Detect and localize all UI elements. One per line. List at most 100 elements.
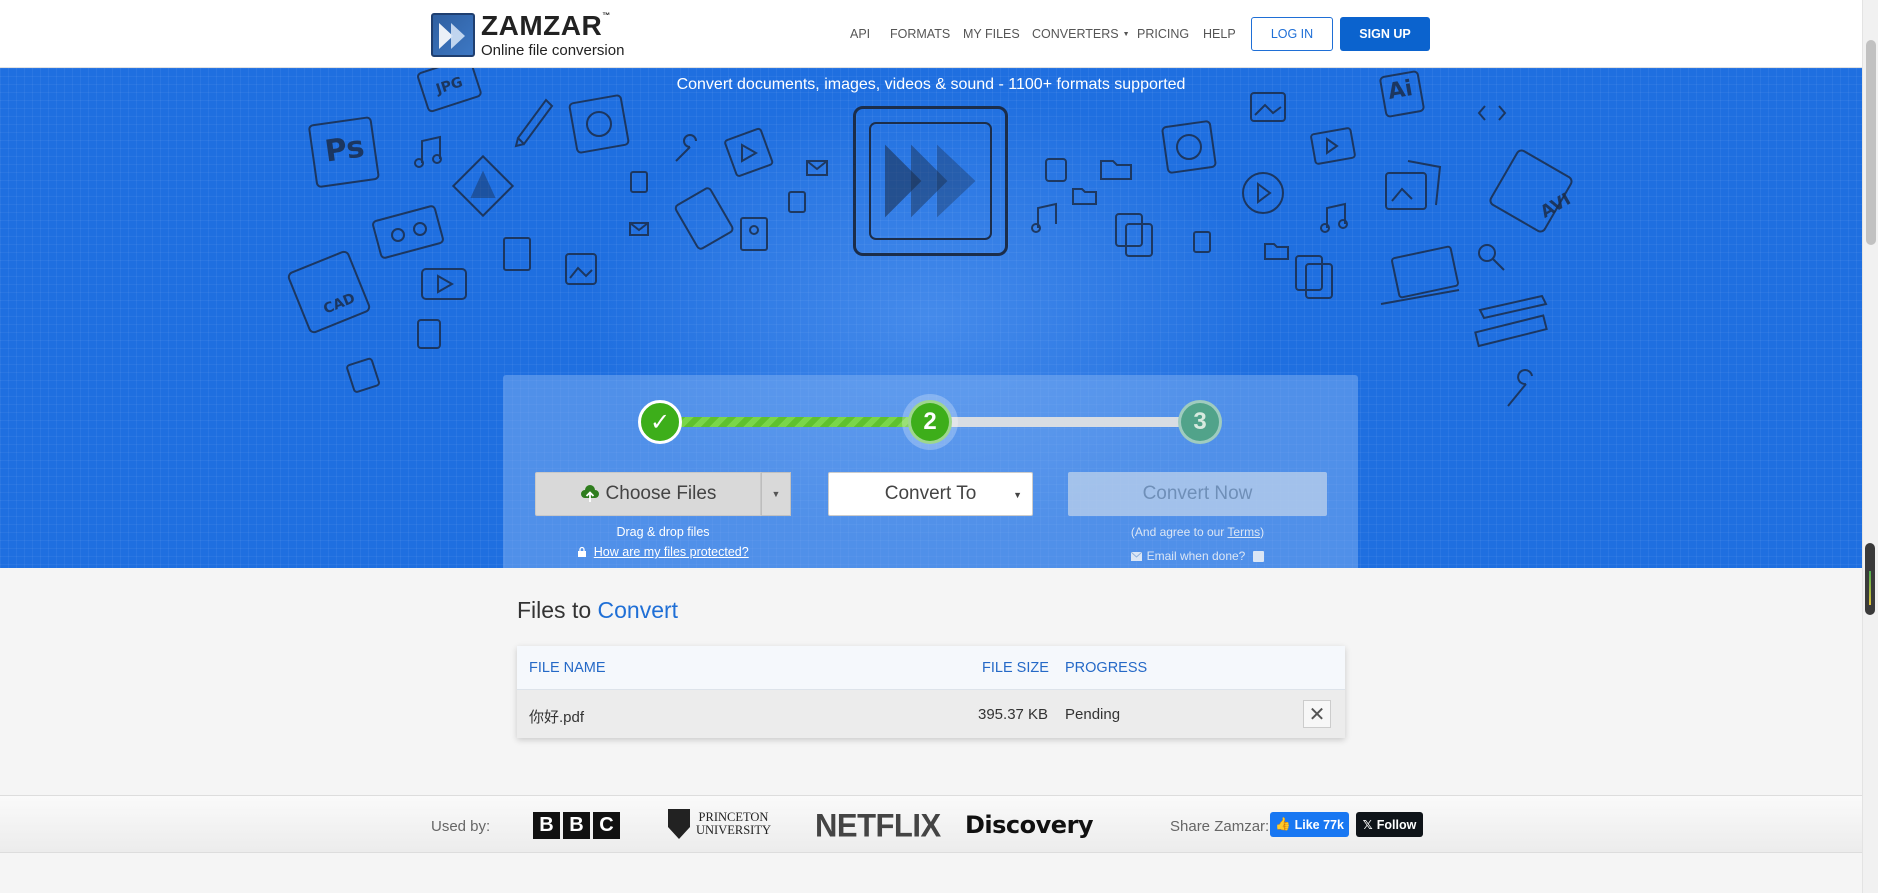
small-doc-icon [788,191,806,213]
convert-to-label: Convert To [884,483,977,504]
image-file-icon [565,253,597,285]
signup-button[interactable]: SIGN UP [1340,17,1430,51]
wrench-2-icon [1507,369,1533,407]
choose-files-label: Choose Files [605,483,717,504]
magnifier-icon [1478,244,1505,271]
fast-forward-icon [853,106,1008,256]
steps-progress-fill [660,417,930,427]
folder-icon [1100,160,1132,180]
email-when-done[interactable]: Email when done? [1068,549,1327,563]
cad-file-icon [287,250,371,334]
terms-link[interactable]: Terms [1227,525,1260,539]
converter-panel: ✓ 2 3 Choose Files ▼ Drag & drop files H… [503,375,1358,568]
scroll-indicator[interactable] [1865,543,1875,615]
remove-file-button[interactable]: ✕ [1303,700,1331,728]
nav-help-label: HELP [1203,27,1236,41]
princeton-logo: PRINCETON UNIVERSITY [668,809,771,839]
contact-card-icon [740,217,768,251]
file-size-cell: 395.37 KB [978,706,1049,723]
hero-banner: Convert documents, images, videos & soun… [0,68,1862,568]
doc-icon [503,237,531,271]
copy-files-icon [1115,213,1153,257]
drag-drop-hint: Drag & drop files [616,525,710,539]
ps-label: Ps [322,129,367,170]
ai-label: Ai [1386,76,1415,105]
lock-icon [578,546,587,557]
files-protected-link[interactable]: How are my files protected? [535,545,791,559]
laptop-icon [1380,245,1460,305]
doc-small-icon [1193,231,1211,253]
music-note-3-icon [1320,202,1348,233]
nav-api-label: API [850,27,871,41]
logo-play-icon [431,13,475,57]
email-when-done-label: Email when done? [1146,549,1246,563]
folder-3-icon [1264,243,1289,260]
avi-file-icon [1489,149,1573,233]
zamzar-logo[interactable]: ZAMZAR™ Online file conversion [431,12,624,58]
choose-files-button[interactable]: Choose Files [535,472,761,516]
logo-subtitle: Online file conversion [481,42,625,59]
step-3-number: 3 [1193,408,1207,435]
nav-formats[interactable]: FORMATS [890,0,950,68]
triangle-file-icon [451,154,515,218]
step-3-pending: 3 [1178,400,1222,444]
nav-help[interactable]: HELP [1203,0,1236,68]
nav-my-files[interactable]: MY FILES [963,0,1020,68]
small-file-icon [346,357,380,393]
princeton-line2: UNIVERSITY [696,823,771,837]
mail-icon [806,160,828,176]
refresh-file-icon [1161,120,1217,174]
progress-cell: Pending [1065,706,1121,723]
logo-name: ZAMZAR [481,10,603,41]
x-logo-icon: 𝕏 [1362,818,1373,832]
nav-formats-label: FORMATS [890,27,951,41]
column-file-name: FILE NAME [529,660,606,676]
media-file-icon [724,127,774,177]
facebook-like-button[interactable]: 👍 Like 77k [1270,812,1349,837]
thumbs-up-icon: 👍 [1275,817,1291,831]
x-follow-label: Follow [1376,817,1417,832]
site-header: ZAMZAR™ Online file conversion API FORMA… [0,0,1862,68]
terms-agreement: (And agree to our Terms) [1068,525,1327,539]
file-name-cell: 你好.pdf [529,709,585,726]
files-table: FILE NAME FILE SIZE PROGRESS 你好.pdf 395.… [517,646,1345,738]
email-checkbox[interactable] [1253,550,1265,562]
page-scrollbar[interactable] [1862,0,1878,893]
princeton-shield-icon [668,809,690,839]
check-icon: ✓ [649,408,671,436]
close-icon: ✕ [1308,703,1326,726]
nav-pricing-label: PRICING [1137,27,1190,41]
caret-down-icon: ▼ [1013,490,1022,500]
step-1-done: ✓ [638,400,682,444]
cloud-upload-icon [580,485,599,502]
scrollbar-thumb[interactable] [1866,40,1876,245]
used-by-bar: Used by: B B C PRINCETON UNIVERSITY NETF… [0,795,1862,853]
nav-api[interactable]: API [850,0,870,68]
files-protected-label: How are my files protected? [593,545,749,559]
x-follow-button[interactable]: 𝕏 Follow [1356,812,1423,837]
discovery-logo: Discovery [965,811,1094,839]
play-circle-icon [1242,172,1284,214]
video-file-icon [1310,127,1356,165]
column-file-size: FILE SIZE [982,660,1049,676]
agree-prefix: (And agree to our [1130,525,1228,539]
choose-files-dropdown[interactable]: ▼ [761,472,791,516]
nav-converters[interactable]: CONVERTERS ▼ [1032,0,1130,68]
login-button[interactable]: LOG IN [1251,17,1333,51]
table-row: 你好.pdf 395.37 KB Pending ✕ [517,690,1345,738]
share-zamzar-label: Share Zamzar: [1170,818,1270,835]
mail-small-icon [629,222,649,236]
column-progress: PROGRESS [1065,660,1148,676]
nav-converters-label: CONVERTERS [1032,27,1119,41]
envelope-icon [1130,551,1142,561]
step-2-number: 2 [923,408,937,435]
nav-my-files-label: MY FILES [963,27,1020,41]
convert-now-button[interactable]: Convert Now [1068,472,1327,516]
phone-icon [674,187,734,250]
convert-to-select[interactable]: Convert To ▼ [828,472,1033,516]
nav-pricing[interactable]: PRICING [1137,0,1189,68]
caret-down-icon: ▼ [771,489,781,499]
code-icon [1477,105,1507,121]
bbc-letter: B [533,812,560,839]
hero-tagline: Convert documents, images, videos & soun… [676,76,1186,93]
